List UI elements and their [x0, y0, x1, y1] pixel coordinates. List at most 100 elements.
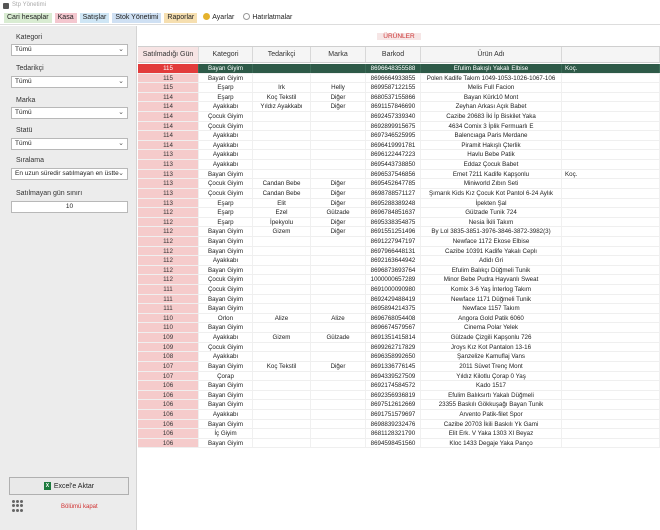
cell-urun-adi: Gülzade Çizgili Kapşonlu 726 — [421, 333, 562, 342]
cell-tedarikci: Candan Bebe — [253, 188, 311, 198]
cell-kategori: Çocuk Giyim — [199, 179, 253, 188]
col-header-tedarikci[interactable]: Tedarikçi — [253, 47, 311, 62]
cell-tedarikci — [253, 131, 311, 140]
table-row[interactable]: 114 Ayakkabı 8697346525995 Balencıaga Paris… — [138, 131, 660, 141]
col-header-extra[interactable] — [562, 47, 660, 62]
table-row[interactable]: 113 Çocuk Giyim Candan Bebe Diğer 8698788571… — [138, 188, 660, 199]
table-row[interactable]: 112 Ayakkabı 8692163644942 Adidı Gri — [138, 256, 660, 266]
table-row[interactable]: 115 Eşarp Irk Helly 8699587122155 Melis Full … — [138, 83, 660, 93]
day-limit-input[interactable]: 10 — [11, 201, 128, 213]
cell-tedarikci: Gizem — [253, 333, 311, 342]
excel-icon: X — [43, 482, 51, 490]
cell-gun: 112 — [138, 246, 199, 256]
table-row[interactable]: 106 Bayan Giyim 8697512612669 23355 Baskılı… — [138, 400, 660, 410]
table-row[interactable]: 112 Bayan Giyim Gizem Diğer 8691551251496 By … — [138, 227, 660, 237]
col-header-barkod[interactable]: Barkod — [366, 47, 421, 62]
cell-extra: Koç. — [562, 64, 660, 73]
statu-select[interactable]: Tümü ⌄ — [11, 138, 128, 150]
table-row[interactable]: 109 Çocuk Giyim 8699262717829 Jroys Kız Kot… — [138, 342, 660, 353]
table-row[interactable]: 106 Ayakkabı 8691751579697 Arvento Patik-fi… — [138, 409, 660, 420]
table-row[interactable]: 114 Ayakkabı 8696419991781 Piramit Hakışlı … — [138, 140, 660, 151]
col-header-kategori[interactable]: Kategori — [199, 47, 253, 62]
cell-urun-adi: Miniworld Zıbın Seti — [421, 179, 562, 188]
menu-ayarlar[interactable]: Ayarlar — [200, 13, 237, 23]
siralama-select[interactable]: En uzun süredir satılmayan en üstte ⌄ — [11, 168, 128, 180]
table-row[interactable]: 106 Bayan Giyim 8698839232476 Cazibe 20703 … — [138, 419, 660, 430]
cell-marka: Helly — [311, 83, 366, 92]
cell-marka — [311, 275, 366, 285]
table-row[interactable]: 111 Bayan Giyim 8695894214375 Newface 1157 … — [138, 304, 660, 314]
export-excel-button[interactable]: X Excel'e Aktar — [9, 477, 129, 495]
table-row[interactable]: 114 Eşarp Koç Tekstil Diğer 8680537155866 Bay… — [138, 92, 660, 103]
cell-extra — [562, 112, 660, 121]
cell-extra — [562, 429, 660, 438]
table-row[interactable]: 114 Çocuk Giyim 8692457339340 Cazibe 20683 … — [138, 112, 660, 122]
cell-gun: 112 — [138, 217, 199, 227]
table-row[interactable]: 113 Eşarp Elit Diğer 8695288389248 İpekten Şa… — [138, 198, 660, 209]
cell-marka — [311, 294, 366, 304]
table-row[interactable]: 112 Bayan Giyim 8697966448131 Cazibe 10391 … — [138, 246, 660, 257]
cell-barkod: 8696784851637 — [366, 208, 421, 217]
table-row[interactable]: 112 Eşarp İpekyolu Diğer 8695338354875 Nesia … — [138, 217, 660, 228]
table-row[interactable]: 110 Bayan Giyim 8696674579567 Cinema Polar … — [138, 323, 660, 334]
table-row[interactable]: 113 Bayan Giyim 8696537546856 Emet 7211 Kad… — [138, 169, 660, 180]
tedarikci-select[interactable]: Tümü ⌄ — [11, 76, 128, 88]
marka-select[interactable]: Tümü ⌄ — [11, 107, 128, 119]
table-row[interactable]: 112 Bayan Giyim 8691227947197 Newface 1172 … — [138, 236, 660, 247]
table-row[interactable]: 112 Eşarp Ezel Gülzade 8696784851637 Gülzade … — [138, 208, 660, 218]
menu-stok-yonetimi[interactable]: Stok Yönetimi — [112, 13, 162, 23]
cell-marka — [311, 73, 366, 83]
kategori-select[interactable]: Tümü ⌄ — [11, 44, 128, 56]
table-row[interactable]: 112 Çocuk Giyim 1000000657289 Minor Bebe Pu… — [138, 275, 660, 286]
table-row[interactable]: 114 Çocuk Giyim 8692899915675 4634 Comix 3 … — [138, 121, 660, 132]
table-row[interactable]: 111 Çocuk Giyim 8691000090980 Komix 3-6 Yaş… — [138, 285, 660, 295]
cell-extra — [562, 236, 660, 246]
cell-tedarikci — [253, 419, 311, 429]
cell-gun: 107 — [138, 371, 199, 381]
table-row[interactable]: 115 Bayan Giyim 8696664933855 Polen Kadife … — [138, 73, 660, 84]
table-row[interactable]: 107 Çorap 8694339527509 Yıldız Kilotlu Çora… — [138, 371, 660, 382]
table-row[interactable]: 115 Bayan Giyim 8696648355588 Efulim Bakışl… — [138, 64, 660, 74]
tedarikci-label: Tedarikçi — [16, 65, 44, 72]
col-header-gun[interactable]: Satılmadığı Gün — [138, 47, 199, 62]
table-row[interactable]: 109 Ayakkabı Gizem Gülzade 8691351415814 Gülz… — [138, 333, 660, 343]
cell-gun: 112 — [138, 256, 199, 265]
cell-extra — [562, 361, 660, 371]
cell-marka — [311, 409, 366, 419]
cell-gun: 112 — [138, 275, 199, 285]
cell-extra — [562, 294, 660, 304]
table-row[interactable]: 114 Ayakkabı Yıldız Ayakkabı Diğer 869115784… — [138, 102, 660, 113]
cell-tedarikci — [253, 323, 311, 333]
cell-marka: Alize — [311, 313, 366, 323]
table-row[interactable]: 113 Çocuk Giyim Candan Bebe Diğer 8695452647… — [138, 179, 660, 189]
table-row[interactable]: 111 Bayan Giyim 8692429488419 Newface 1171 … — [138, 294, 660, 305]
cell-marka: Diğer — [311, 188, 366, 198]
close-section-link[interactable]: Bölümü kapat — [61, 504, 98, 510]
cell-tedarikci — [253, 409, 311, 419]
table-row[interactable]: 106 Bayan Giyim 8692174584572 Kado 1517 — [138, 381, 660, 391]
menu-cari-hesaplar[interactable]: Cari hesaplar — [4, 13, 52, 23]
table-row[interactable]: 106 Bayan Giyim 8694598451560 Kloc 1433 Deg… — [138, 438, 660, 449]
cell-barkod: 8691157846690 — [366, 102, 421, 112]
cell-kategori: Ayakkabı — [199, 102, 253, 112]
cell-urun-adi: Piramit Hakışlı Çterlik — [421, 140, 562, 150]
table-row[interactable]: 110 Orlon Alize Alize 8696768054408 Angora Go… — [138, 313, 660, 324]
cell-urun-adi: İpekten Şal — [421, 198, 562, 208]
cell-urun-adi: Kado 1517 — [421, 381, 562, 390]
table-row[interactable]: 106 İç Giyim 8681128321790 Elit Erk. V Yaka… — [138, 429, 660, 439]
table-row[interactable]: 112 Bayan Giyim 8696873693764 Efulim Balıkç… — [138, 265, 660, 276]
apps-grid-icon[interactable] — [12, 500, 24, 512]
cell-marka: Gülzade — [311, 333, 366, 342]
table-row[interactable]: 108 Ayakkabı 8696358992650 Şanzelize Kamufl… — [138, 352, 660, 362]
table-row[interactable]: 107 Bayan Giyim Koç Tekstil Diğer 8691336776… — [138, 361, 660, 372]
col-header-marka[interactable]: Marka — [311, 47, 366, 62]
menu-raporlar[interactable]: Raporlar — [164, 13, 198, 23]
table-row[interactable]: 113 Ayakkabı 8696122447223 Havlu Bebe Patik — [138, 150, 660, 161]
col-header-urun-adi[interactable]: Ürün Adı — [421, 47, 562, 62]
table-row[interactable]: 113 Ayakkabı 8695443738850 Eddaz Çocuk Babe… — [138, 160, 660, 170]
table-row[interactable]: 106 Bayan Giyim 8692356936819 Efulim Balıks… — [138, 390, 660, 401]
menu-satislar[interactable]: Satışlar — [79, 13, 110, 23]
cell-urun-adi: Jroys Kız Kot Pantalon 13-16 — [421, 342, 562, 352]
menu-hatirlatmalar[interactable]: Hatırlatmalar — [240, 13, 295, 23]
menu-kasa[interactable]: Kasa — [54, 13, 77, 23]
